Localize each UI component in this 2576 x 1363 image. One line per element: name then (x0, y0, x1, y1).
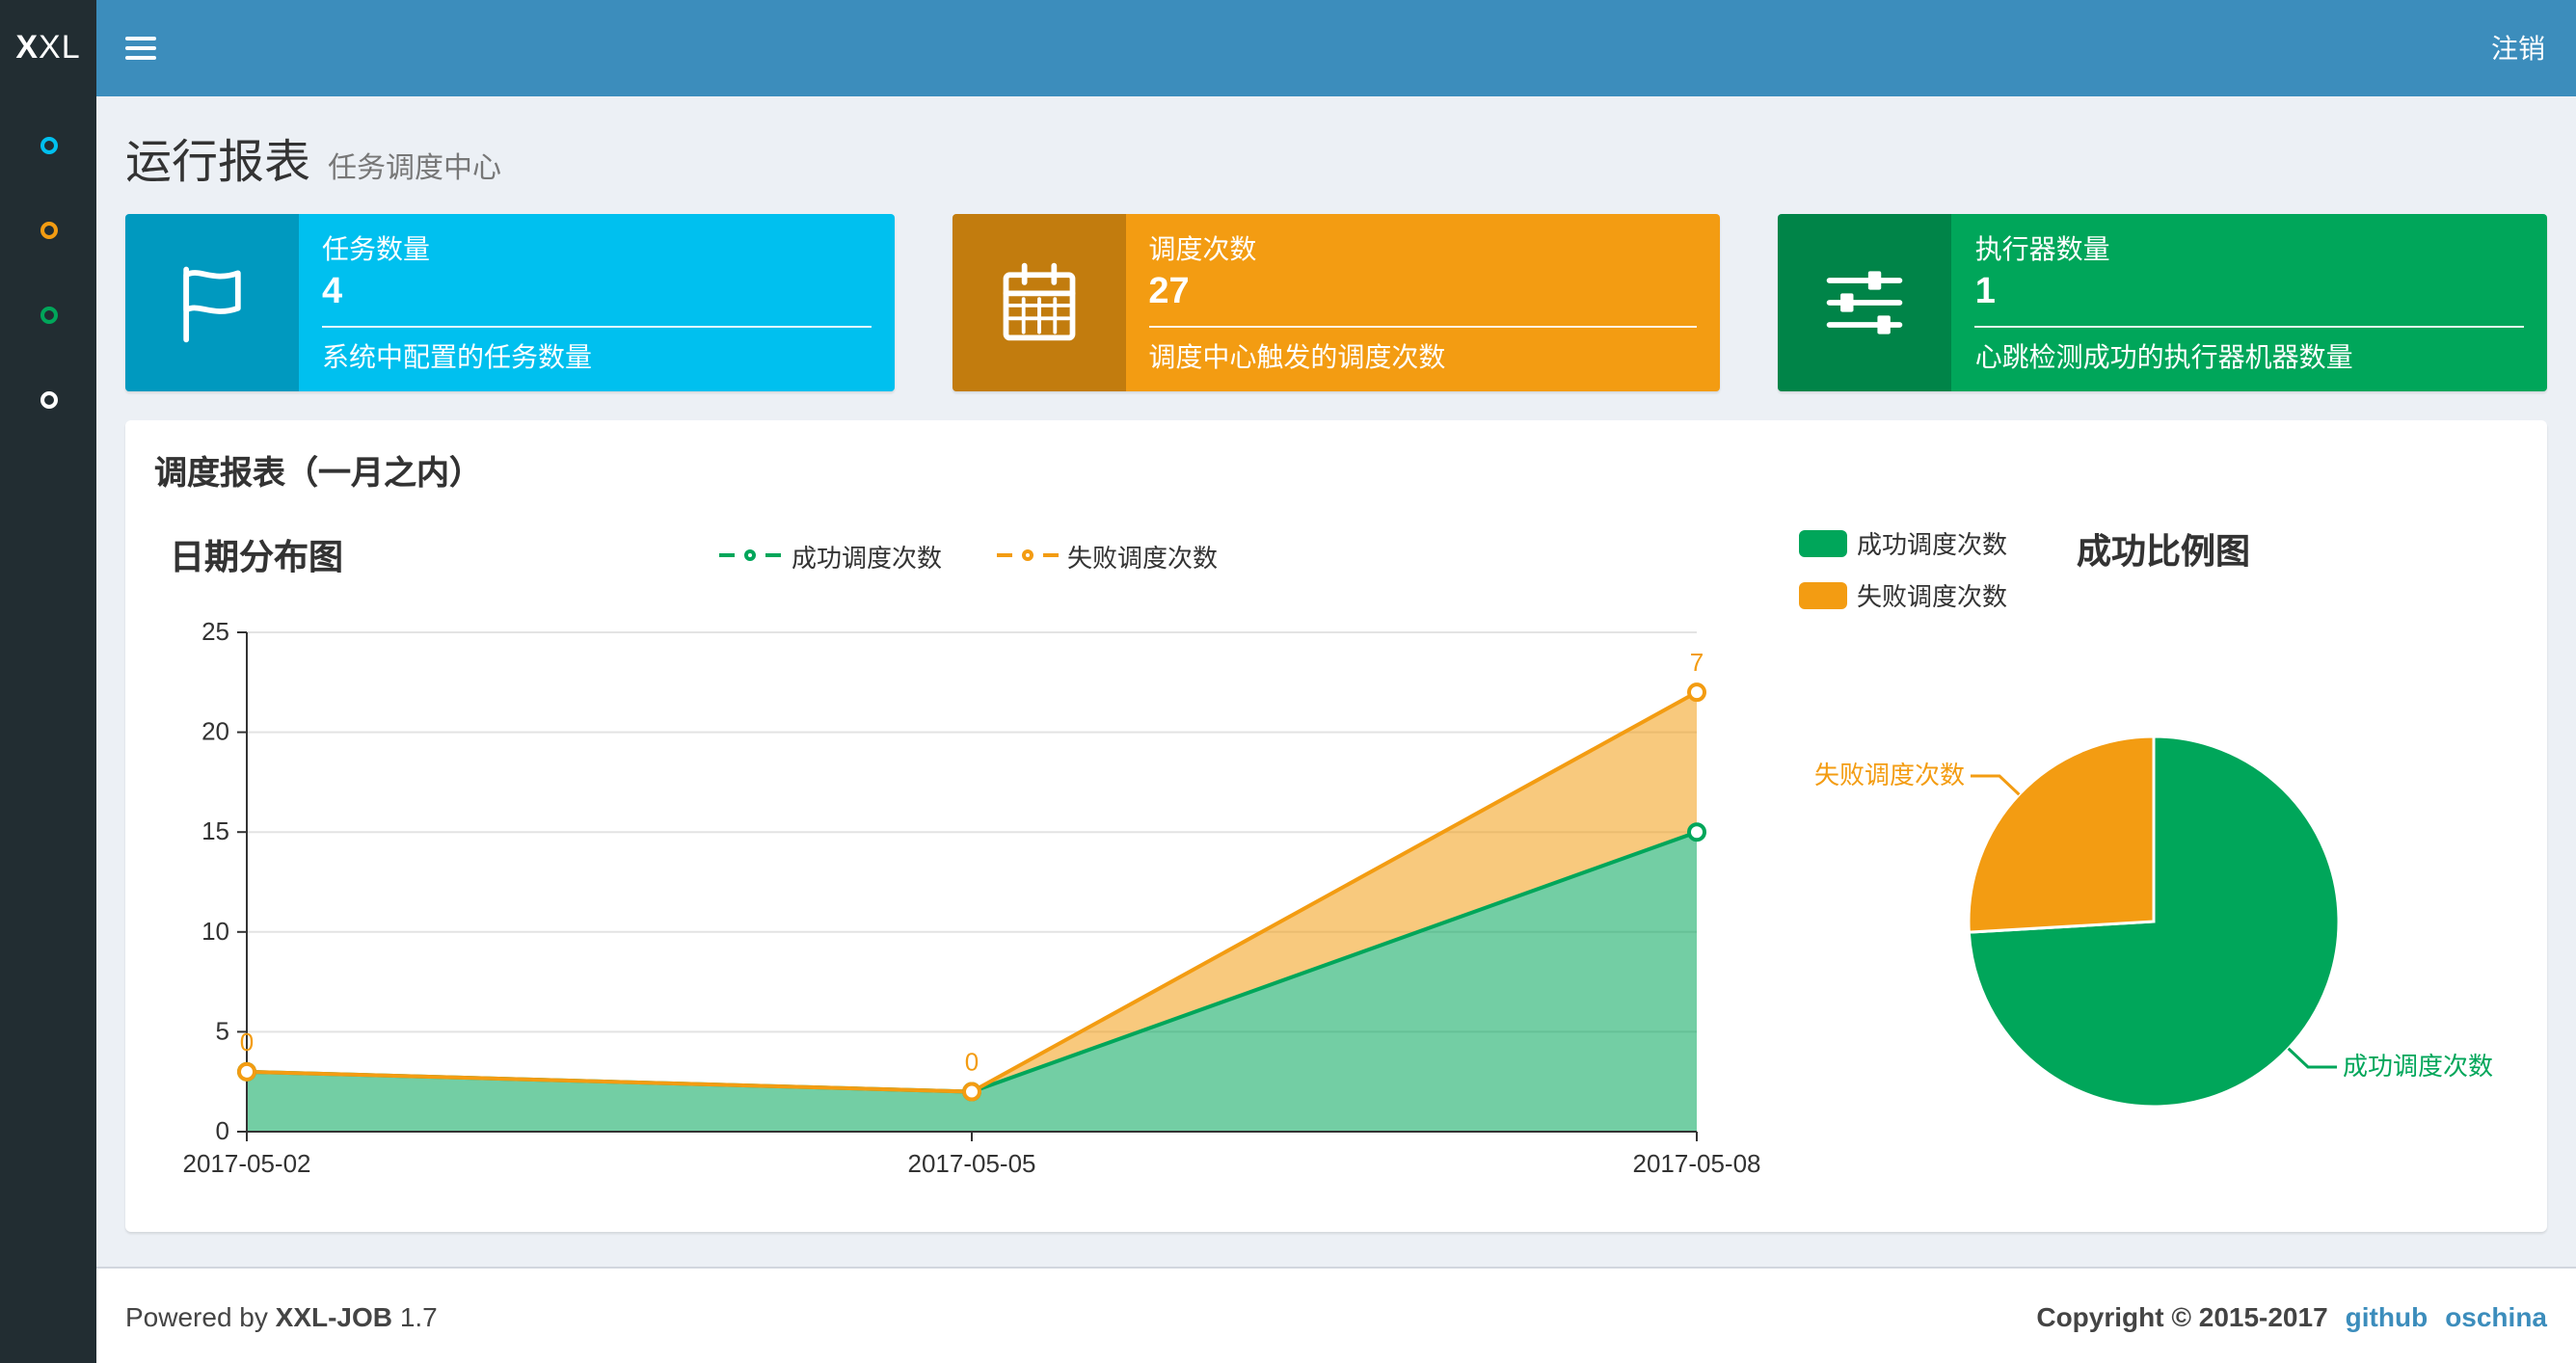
circle-icon (40, 390, 57, 408)
top-navbar: XXL 注销 (0, 0, 2576, 96)
legend-item[interactable]: 成功调度次数 (1799, 524, 2007, 561)
info-box-value: 4 (322, 272, 343, 312)
panel-body: 日期分布图 成功调度次数 失败调度次数 0 5 10 15 20 25 2017-05-02 2… (125, 501, 2547, 1232)
date-distribution-chart[interactable]: 05101520252017-05-02 2017-05-05 2017-05-08… (154, 590, 1784, 1191)
line-chart-title: 日期分布图 (170, 538, 343, 576)
product-name: XXL-JOB (275, 1300, 393, 1331)
app-logo[interactable]: XXL (0, 0, 96, 96)
report-panel: 调度报表（一月之内） 日期分布图 成功调度次数 失败调度次数 0 5 10 15 20 25… (125, 420, 2547, 1232)
sidebar-item[interactable] (0, 102, 96, 187)
svg-text:0: 0 (216, 1116, 229, 1145)
pie-chart-title: 成功比例图 (2077, 532, 2251, 571)
swatch-icon (1799, 529, 1847, 556)
circle-icon (40, 306, 57, 323)
success-ratio-pie-chart[interactable]: 成功调度次数 失败调度次数 (1787, 613, 2520, 1191)
line-marker-icon (719, 553, 736, 557)
svg-text:7: 7 (1690, 648, 1704, 677)
info-box-row: 任务数量 4 系统中配置的任务数量 调度次数 27 调度中心触发的调度次数 执行… (125, 214, 2548, 391)
legend-item[interactable]: 失败调度次数 (1799, 576, 2007, 613)
page-title-text: 运行报表 (125, 137, 310, 189)
divider (1148, 326, 1698, 328)
svg-text:25: 25 (201, 617, 229, 646)
circle-icon (40, 136, 57, 153)
info-box-description: 系统中配置的任务数量 (322, 341, 592, 372)
svg-text:0: 0 (240, 1028, 254, 1056)
content-header: 运行报表 任务调度中心 (96, 96, 2576, 214)
line-marker-icon (1042, 553, 1058, 557)
info-box-value: 27 (1148, 272, 1190, 312)
svg-text:15: 15 (201, 816, 229, 845)
info-box-title: 执行器数量 (1974, 233, 2110, 264)
github-link[interactable]: github (2346, 1300, 2428, 1331)
product-version: 1.7 (399, 1300, 438, 1331)
logout-link[interactable]: 注销 (2460, 0, 2576, 96)
divider (322, 326, 872, 328)
info-box-description: 调度中心触发的调度次数 (1148, 341, 1446, 372)
line-marker-icon (765, 553, 782, 557)
swatch-icon (1799, 581, 1847, 608)
line-marker-icon (744, 549, 757, 561)
circle-icon (40, 221, 57, 238)
info-box-jobs: 任务数量 4 系统中配置的任务数量 (125, 214, 895, 391)
svg-text:20: 20 (201, 717, 229, 746)
copyright-text: Copyright © 2015-2017 (2036, 1300, 2328, 1331)
svg-text:2017-05-08: 2017-05-08 (1633, 1149, 1761, 1178)
sidebar-item[interactable] (0, 357, 96, 441)
info-box-executors: 执行器数量 1 心跳检测成功的执行器机器数量 (1778, 214, 2548, 391)
date-distribution-chart-block: 日期分布图 成功调度次数 失败调度次数 0 5 10 15 20 25 2017-05-02 2… (154, 521, 1784, 1201)
svg-text:2017-05-05: 2017-05-05 (908, 1149, 1036, 1178)
logo-text: XXL (15, 29, 81, 66)
page-title: 运行报表 任务调度中心 (125, 123, 2547, 191)
svg-text:5: 5 (216, 1016, 229, 1045)
sidebar-item[interactable] (0, 187, 96, 272)
page-subtitle: 任务调度中心 (328, 152, 502, 185)
app-root: XXL 注销 运行报表 任务调度中心 任务数量 4 系统中配置的任务数量 调度次… (0, 0, 2576, 1363)
info-box-triggers: 调度次数 27 调度中心触发的调度次数 (952, 214, 1721, 391)
hamburger-icon (125, 37, 156, 40)
svg-text:失败调度次数: 失败调度次数 (1814, 761, 1965, 789)
success-ratio-chart-block: 成功调度次数 失败调度次数 成功比例图 成功调度次数 失败调度次数 (1784, 521, 2532, 1201)
panel-title: 调度报表（一月之内） (154, 455, 482, 492)
powered-by: Powered by XXL-JOB 1.7 (125, 1300, 438, 1331)
svg-text:成功调度次数: 成功调度次数 (2343, 1052, 2493, 1081)
legend-item[interactable]: 成功调度次数 (719, 537, 942, 574)
content: 任务数量 4 系统中配置的任务数量 调度次数 27 调度中心触发的调度次数 执行… (96, 214, 2576, 1232)
line-marker-icon (996, 553, 1011, 557)
divider (1974, 326, 2525, 328)
info-box-title: 调度次数 (1148, 233, 1257, 264)
content-wrapper: 运行报表 任务调度中心 任务数量 4 系统中配置的任务数量 调度次数 27 调度… (96, 96, 2576, 1267)
flag-icon (125, 214, 299, 391)
pie-chart-legend: 成功调度次数 失败调度次数 (1799, 524, 2007, 613)
calendar-icon (952, 214, 1126, 391)
sidebar (0, 96, 96, 1363)
info-box-title: 任务数量 (322, 233, 430, 264)
svg-text:0: 0 (965, 1048, 979, 1077)
navbar: 注销 (96, 0, 2576, 96)
sidebar-toggle-button[interactable] (96, 0, 185, 96)
info-box-value: 1 (1974, 272, 1996, 312)
footer: Powered by XXL-JOB 1.7 Copyright © 2015-… (96, 1267, 2576, 1363)
line-chart-legend: 成功调度次数 失败调度次数 (154, 537, 1784, 574)
line-marker-icon (1021, 549, 1033, 561)
info-box-description: 心跳检测成功的执行器机器数量 (1974, 341, 2353, 372)
sliders-icon (1778, 214, 1952, 391)
sidebar-item[interactable] (0, 272, 96, 357)
oschina-link[interactable]: oschina (2445, 1300, 2547, 1331)
svg-text:10: 10 (201, 917, 229, 946)
legend-item[interactable]: 失败调度次数 (996, 537, 1218, 574)
svg-text:2017-05-02: 2017-05-02 (183, 1149, 311, 1178)
